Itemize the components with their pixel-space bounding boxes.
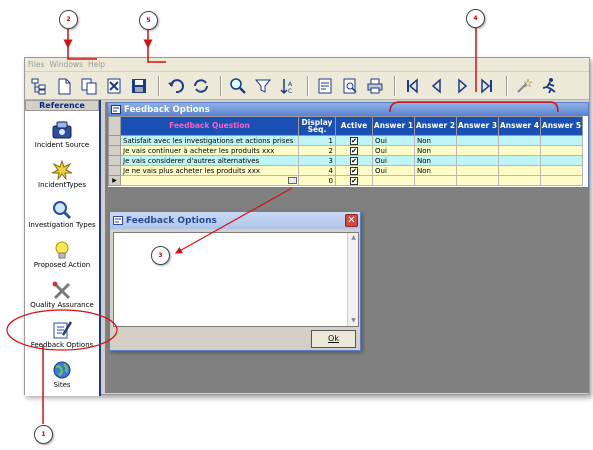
callout-marker-4: 4 — [466, 9, 485, 28]
callout-4-bracket — [389, 101, 559, 113]
callout-3-arrow — [174, 187, 293, 254]
callout-2-connector — [67, 47, 97, 60]
callout-marker-2: 2 — [59, 10, 78, 29]
annotation-overlay — [6, 27, 559, 424]
callout-marker-1: 1 — [34, 425, 53, 444]
callout-5-connector — [147, 47, 166, 63]
callout-marker-3: 3 — [151, 246, 170, 265]
highlight-ellipse — [6, 309, 118, 351]
callout-marker-5: 5 — [139, 11, 158, 30]
